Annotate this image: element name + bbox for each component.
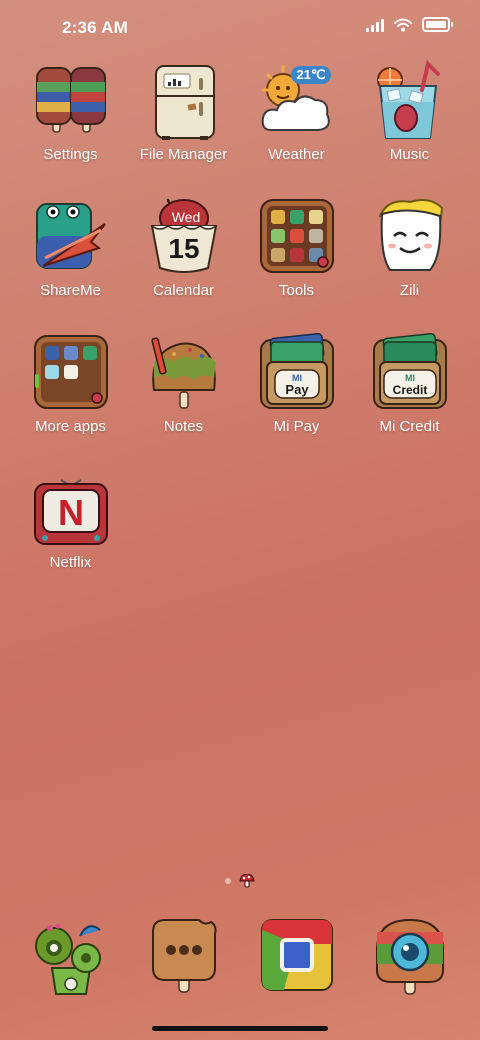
dock-browser[interactable] [240,914,353,996]
app-label: Music [389,146,430,163]
cake-notes-icon [144,332,224,412]
ice-cream-cup-calendar-icon: Wed 15 [144,196,224,276]
app-notes[interactable]: Notes [127,332,240,444]
folder-more-apps-icon [31,332,111,412]
fridge-file-manager-icon [144,60,224,140]
clock: 2:36 AM [62,18,128,37]
mushroom-page-icon[interactable] [239,874,255,888]
app-grid: Settings File Manager 21℃ Weather Music … [14,60,466,580]
app-calendar[interactable]: Wed 15 Calendar [127,196,240,308]
home-indicator[interactable] [152,1026,328,1031]
drink-glass-music-icon [370,60,450,140]
calendar-date: 15 [168,233,199,264]
app-label: Calendar [153,282,214,299]
app-label: File Manager [139,146,228,163]
app-netflix[interactable]: N Netflix [14,468,127,580]
sun-cloud-weather-icon: 21℃ [257,60,337,140]
app-label: Netflix [49,554,92,571]
page-indicator[interactable] [0,874,480,888]
chat-bubble-icon [143,914,225,996]
wallet-mi-pay-icon: MI Pay [257,332,337,412]
app-mi-credit[interactable]: MI Credit Mi Credit [353,332,466,444]
wifi-icon [394,18,412,31]
app-label: ShareMe [40,282,101,299]
netflix-letter: N [58,492,84,533]
app-more-apps[interactable]: More apps [14,332,127,444]
app-music[interactable]: Music [353,60,466,172]
tools-folder-icon [257,196,337,276]
popsicle-settings-icon [31,60,111,140]
app-settings[interactable]: Settings [14,60,127,172]
app-label: Tools [278,282,315,299]
credit-badge: Credit [392,383,427,397]
page-dot[interactable] [225,878,231,884]
dock [14,914,466,996]
calendar-day: Wed [171,209,200,225]
app-label: More apps [35,418,106,435]
app-label: Settings [43,146,98,163]
app-label: Mi Credit [379,418,440,435]
app-zili[interactable]: Zili [353,196,466,308]
app-tools[interactable]: Tools [240,196,353,308]
app-label: Mi Pay [273,418,320,435]
temperature-badge: 21℃ [296,67,325,82]
smiley-zili-icon [370,196,450,276]
wallet-mi-credit-icon: MI Credit [370,332,450,412]
app-shareme[interactable]: ShareMe [14,196,127,308]
battery-icon [422,17,453,32]
app-mi-pay[interactable]: MI Pay Mi Pay [240,332,353,444]
frog-shareme-icon [31,196,111,276]
app-label: Weather [268,146,325,163]
browser-icon [256,914,338,996]
tv-netflix-icon: N [31,468,111,548]
app-label: Zili [399,282,420,299]
mi-badge: MI [405,373,415,383]
app-file-manager[interactable]: File Manager [127,60,240,172]
app-label: Notes [163,418,204,435]
camera-icon [369,914,451,996]
signal-icon [366,18,384,32]
pay-badge: Pay [285,382,309,397]
status-bar: 2:36 AM [0,0,480,56]
dock-phone[interactable] [14,914,127,996]
app-weather[interactable]: 21℃ Weather [240,60,353,172]
dock-camera[interactable] [353,914,466,996]
status-icons [366,17,453,32]
dock-messages[interactable] [127,914,240,996]
cactus-phone-icon [30,914,112,996]
